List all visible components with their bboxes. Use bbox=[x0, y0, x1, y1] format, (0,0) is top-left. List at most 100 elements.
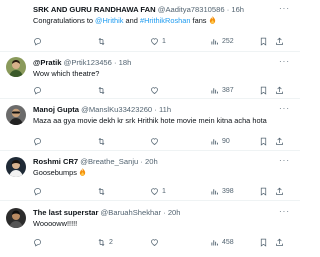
bookmark-button[interactable] bbox=[259, 237, 268, 247]
tweet-actions: 90 bbox=[33, 136, 290, 146]
view-count: 387 bbox=[222, 86, 234, 94]
more-options-icon[interactable]: ··· bbox=[279, 57, 290, 66]
author-handle[interactable]: @Aaditya78310586 bbox=[158, 5, 225, 14]
author-name[interactable]: @Pratik bbox=[33, 58, 62, 67]
more-options-icon[interactable]: ··· bbox=[279, 4, 290, 13]
retweet-icon bbox=[98, 137, 105, 145]
tweet-header: @Pratik @Prtik123456 · 18h bbox=[33, 58, 132, 67]
share-button[interactable] bbox=[275, 136, 284, 146]
author-name[interactable]: SRK AND GURU RANDHAWA FAN bbox=[33, 5, 156, 14]
share-button[interactable] bbox=[275, 36, 284, 46]
bookmark-icon bbox=[260, 86, 267, 95]
tweet-header: Manoj Gupta @ManslKu33423260 · 11h bbox=[33, 105, 172, 114]
like-button[interactable] bbox=[150, 237, 159, 247]
views-icon bbox=[211, 38, 218, 44]
reply-tweet[interactable]: @Pratik @Prtik123456 · 18h ··· Wow which… bbox=[0, 52, 300, 99]
views-icon bbox=[211, 188, 218, 194]
tweet-time[interactable]: 20h bbox=[145, 157, 158, 166]
tweet-time[interactable]: 11h bbox=[159, 105, 171, 114]
hashtag-link[interactable]: #HrithikRoshan bbox=[140, 16, 191, 25]
bookmark-icon bbox=[260, 137, 267, 146]
views-button[interactable]: 398 bbox=[210, 186, 234, 196]
like-button[interactable] bbox=[150, 85, 159, 95]
tweet-header: Roshmi CR7 @Breathe_Sanju · 20h bbox=[33, 157, 158, 166]
tweet-text: Congratulations to @Hrithik and #Hrithik… bbox=[33, 16, 292, 26]
author-handle[interactable]: @Prtik123456 bbox=[64, 58, 112, 67]
reply-tweet[interactable]: Manoj Gupta @ManslKu33423260 · 11h ··· M… bbox=[0, 99, 300, 151]
like-button[interactable] bbox=[150, 136, 159, 146]
tweet-actions: 1 252 bbox=[33, 36, 290, 46]
bookmark-icon bbox=[260, 37, 267, 46]
tweet-text: Goosebumps bbox=[33, 168, 292, 178]
share-icon bbox=[276, 86, 283, 94]
reply-icon bbox=[34, 37, 41, 46]
reply-icon bbox=[34, 137, 41, 146]
views-icon bbox=[211, 138, 218, 144]
retweet-button[interactable] bbox=[97, 85, 106, 95]
avatar[interactable] bbox=[6, 157, 26, 177]
retweet-button[interactable] bbox=[97, 36, 106, 46]
reply-button[interactable] bbox=[33, 85, 42, 95]
author-handle[interactable]: @BaruahShekhar bbox=[101, 208, 161, 217]
retweet-button[interactable] bbox=[97, 186, 106, 196]
heart-icon bbox=[151, 187, 158, 195]
tweet-time[interactable]: 16h bbox=[231, 5, 244, 14]
reply-feed: SRK AND GURU RANDHAWA FAN @Aaditya783105… bbox=[0, 0, 300, 257]
view-count: 252 bbox=[222, 37, 234, 45]
avatar[interactable] bbox=[6, 105, 26, 125]
share-button[interactable] bbox=[275, 85, 284, 95]
like-button[interactable]: 1 bbox=[150, 186, 166, 196]
author-name[interactable]: The last superstar bbox=[33, 208, 98, 217]
views-icon bbox=[211, 239, 218, 245]
tweet-time[interactable]: 18h bbox=[119, 58, 132, 67]
fire-emoji-icon bbox=[79, 168, 86, 176]
tweet-actions: 387 bbox=[33, 85, 290, 95]
tweet-time[interactable]: 20h bbox=[168, 208, 181, 217]
bookmark-button[interactable] bbox=[259, 136, 268, 146]
bookmark-button[interactable] bbox=[259, 36, 268, 46]
reply-button[interactable] bbox=[33, 237, 42, 247]
bookmark-icon bbox=[260, 238, 267, 247]
author-handle[interactable]: @ManslKu33423260 bbox=[81, 105, 152, 114]
bookmark-button[interactable] bbox=[259, 85, 268, 95]
reply-tweet[interactable]: The last superstar @BaruahShekhar · 20h … bbox=[0, 201, 300, 257]
avatar[interactable] bbox=[6, 57, 26, 77]
more-options-icon[interactable]: ··· bbox=[279, 207, 290, 216]
retweet-icon bbox=[98, 86, 105, 94]
views-button[interactable]: 458 bbox=[210, 237, 234, 247]
author-name[interactable]: Roshmi CR7 bbox=[33, 157, 78, 166]
tweet-header: The last superstar @BaruahShekhar · 20h bbox=[33, 208, 181, 217]
reply-button[interactable] bbox=[33, 36, 42, 46]
more-options-icon[interactable]: ··· bbox=[279, 156, 290, 165]
avatar[interactable] bbox=[6, 208, 26, 228]
reply-tweet[interactable]: SRK AND GURU RANDHAWA FAN @Aaditya783105… bbox=[0, 0, 300, 52]
reply-tweet[interactable]: Roshmi CR7 @Breathe_Sanju · 20h ··· Goos… bbox=[0, 151, 300, 201]
bookmark-button[interactable] bbox=[259, 186, 268, 196]
mention-link[interactable]: @Hrithik bbox=[95, 16, 123, 25]
reply-button[interactable] bbox=[33, 186, 42, 196]
tweet-actions: 2 458 bbox=[33, 237, 290, 247]
retweet-icon bbox=[98, 187, 105, 195]
views-button[interactable]: 252 bbox=[210, 36, 234, 46]
views-icon bbox=[211, 87, 218, 93]
share-icon bbox=[276, 137, 283, 145]
view-count: 458 bbox=[222, 238, 234, 246]
views-button[interactable]: 387 bbox=[210, 85, 234, 95]
retweet-icon bbox=[98, 37, 105, 45]
bookmark-icon bbox=[260, 187, 267, 196]
retweet-button[interactable] bbox=[97, 136, 106, 146]
like-button[interactable]: 1 bbox=[150, 36, 166, 46]
more-options-icon[interactable]: ··· bbox=[279, 104, 290, 113]
tweet-text: Wooooww!!!!! bbox=[33, 219, 78, 228]
reply-button[interactable] bbox=[33, 136, 42, 146]
views-button[interactable]: 90 bbox=[210, 136, 230, 146]
share-icon bbox=[276, 238, 283, 246]
heart-icon bbox=[151, 37, 158, 45]
share-button[interactable] bbox=[275, 186, 284, 196]
author-name[interactable]: Manoj Gupta bbox=[33, 105, 79, 114]
retweet-button[interactable]: 2 bbox=[97, 237, 113, 247]
author-handle[interactable]: @Breathe_Sanju bbox=[80, 157, 138, 166]
share-button[interactable] bbox=[275, 237, 284, 247]
retweet-icon bbox=[98, 238, 105, 246]
tweet-text: Wow which theatre? bbox=[33, 69, 100, 78]
